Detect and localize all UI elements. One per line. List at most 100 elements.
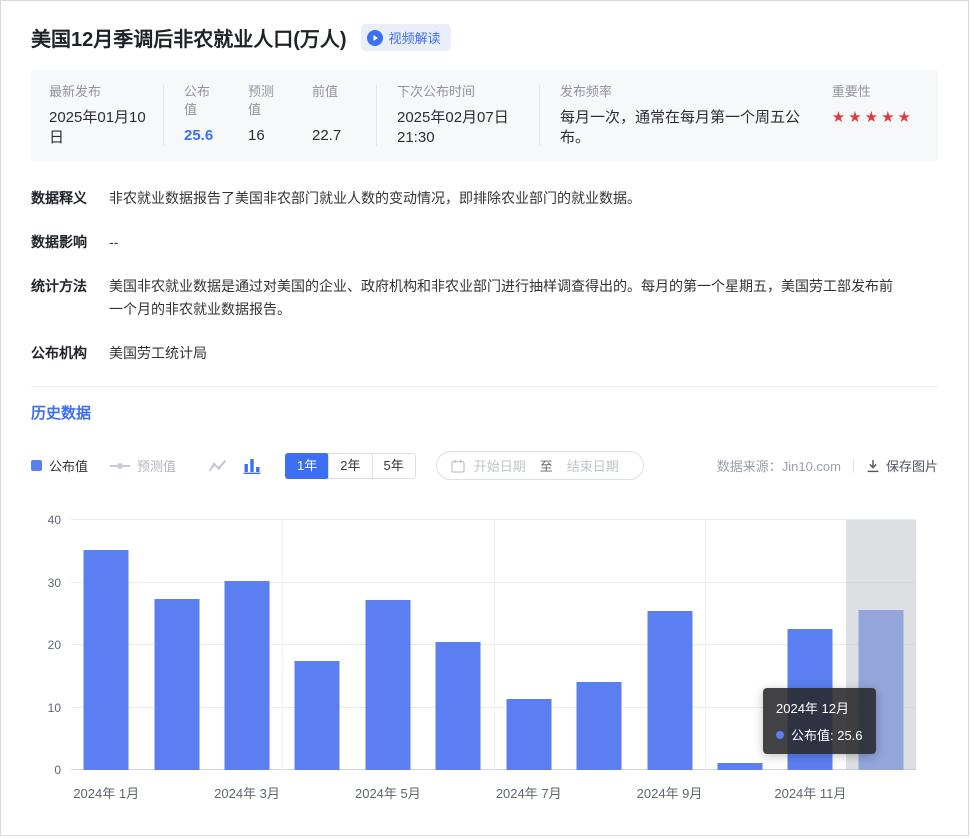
detail-label: 公布机构 — [31, 342, 93, 365]
history-section-title: 历史数据 — [31, 402, 938, 423]
chart-tooltip: 2024年 12月 公布值: 25.6 — [763, 688, 876, 754]
play-icon — [367, 30, 383, 46]
detail-content: 非农就业数据报告了美国非农部门就业人数的变动情况，即排除农业部门的就业数据。 — [109, 187, 641, 210]
save-image-label: 保存图片 — [886, 456, 938, 475]
tooltip-row: 公布值: 25.6 — [776, 725, 863, 744]
detail-row-method: 统计方法 美国非农就业数据是通过对美国的企业、政府机构和非农业部门进行抽样调查得… — [31, 275, 938, 321]
bar-slot — [353, 520, 423, 770]
latest-release-label: 最新发布 — [49, 83, 161, 101]
divider — [539, 85, 540, 146]
page-title: 美国12月季调后非农就业人口(万人) — [31, 23, 347, 52]
latest-release-value: 2025年01月10日 — [49, 108, 153, 148]
chart-bar[interactable] — [365, 600, 410, 770]
video-badge-label: 视频解读 — [389, 28, 441, 47]
detail-label: 统计方法 — [31, 275, 93, 321]
published-value-number: 25.6 — [184, 126, 248, 146]
time-range-group: 1年 2年 5年 — [285, 453, 416, 479]
tooltip-title: 2024年 12月 — [776, 698, 863, 717]
chart-bar[interactable] — [154, 599, 199, 771]
importance-label: 重要性 — [832, 83, 914, 101]
bar-slot — [634, 520, 704, 770]
star-icon: ★ — [832, 109, 848, 126]
bar-slot — [494, 520, 564, 770]
page: 美国12月季调后非农就业人口(万人) 视频解读 最新发布 2025年01月10日… — [0, 0, 969, 836]
x-tick-label: 2024年 1月 — [73, 783, 139, 802]
line-series-marker-icon — [110, 465, 130, 467]
next-release-value: 2025年02月07日 21:30 — [397, 108, 515, 148]
bar-slot — [282, 520, 352, 770]
next-release-label: 下次公布时间 — [397, 83, 537, 101]
chart-bar[interactable] — [647, 611, 692, 770]
chart-bar[interactable] — [436, 642, 481, 771]
save-image-button[interactable]: 保存图片 — [866, 456, 938, 475]
range-button-5y[interactable]: 5年 — [372, 453, 416, 479]
calendar-icon — [451, 459, 465, 473]
tooltip-value: 公布值: 25.6 — [791, 725, 863, 744]
star-icon: ★ — [865, 109, 881, 126]
star-icon: ★ — [881, 109, 897, 126]
chart-bar[interactable] — [718, 763, 763, 771]
divider — [853, 459, 854, 473]
legend-item-published[interactable]: 公布值 — [31, 456, 88, 475]
y-tick-label: 30 — [48, 576, 61, 590]
range-button-2y[interactable]: 2年 — [328, 453, 372, 479]
divider — [376, 85, 377, 146]
forecast-value: 预测值 16 — [248, 83, 312, 146]
legend-label: 公布值 — [49, 456, 88, 475]
detail-row-impact: 数据影响 -- — [31, 231, 938, 254]
detail-row-agency: 公布机构 美国劳工统计局 — [31, 342, 938, 365]
x-tick-label: 2024年 5月 — [355, 783, 421, 802]
y-tick-label: 40 — [48, 513, 61, 527]
latest-release: 最新发布 2025年01月10日 — [49, 83, 161, 148]
download-icon — [866, 459, 880, 473]
chart-x-axis: 2024年 1月2024年 3月2024年 5月2024年 7月2024年 9月… — [71, 770, 916, 802]
date-range-picker[interactable]: 开始日期 至 结束日期 — [436, 451, 644, 480]
y-tick-label: 20 — [48, 638, 61, 652]
video-explain-button[interactable]: 视频解读 — [361, 24, 451, 51]
detail-section: 数据释义 非农就业数据报告了美国非农部门就业人数的变动情况，即排除农业部门的就业… — [31, 187, 938, 365]
y-tick-label: 10 — [48, 701, 61, 715]
x-tick-label: 2024年 7月 — [496, 783, 562, 802]
bar-slot — [564, 520, 634, 770]
previous-value-label: 前值 — [312, 83, 374, 119]
horizontal-rule — [31, 386, 938, 387]
chart-tools: 数据来源：Jin10.com 保存图片 — [717, 456, 938, 475]
chart-bar[interactable] — [84, 550, 129, 771]
divider — [163, 85, 164, 146]
series-dot-icon — [776, 731, 784, 739]
forecast-value-number: 16 — [248, 126, 312, 146]
chart-bar[interactable] — [506, 699, 551, 770]
bar-series-marker-icon — [31, 460, 42, 471]
x-tick-label: 2024年 9月 — [637, 783, 703, 802]
chart-bar[interactable] — [295, 661, 340, 770]
header: 美国12月季调后非农就业人口(万人) 视频解读 — [31, 23, 938, 52]
x-tick-label: 2024年 11月 — [774, 783, 846, 802]
detail-row-definition: 数据释义 非农就业数据报告了美国非农部门就业人数的变动情况，即排除农业部门的就业… — [31, 187, 938, 210]
range-button-1y[interactable]: 1年 — [285, 453, 329, 479]
previous-value: 前值 22.7 — [312, 83, 374, 146]
line-chart-icon[interactable] — [208, 458, 227, 474]
start-date-input[interactable]: 开始日期 — [474, 456, 526, 475]
detail-content: -- — [109, 231, 118, 254]
star-icon: ★ — [898, 109, 914, 126]
star-icon: ★ — [848, 109, 864, 126]
detail-content: 美国非农就业数据是通过对美国的企业、政府机构和非农业部门进行抽样调查得出的。每月… — [109, 275, 899, 321]
info-bar: 最新发布 2025年01月10日 公布值 25.6 预测值 16 前值 22.7… — [31, 70, 938, 161]
history-chart: 010203040 2024年 12月 公布值: 25.6 — [31, 520, 938, 770]
published-value-label: 公布值 — [184, 83, 214, 119]
importance-stars: ★★★★★ — [832, 108, 914, 128]
bar-slot — [423, 520, 493, 770]
date-separator: 至 — [540, 456, 553, 475]
bar-chart-icon[interactable] — [243, 458, 261, 474]
next-release: 下次公布时间 2025年02月07日 21:30 — [397, 83, 537, 148]
legend-label: 预测值 — [137, 456, 176, 475]
end-date-input[interactable]: 结束日期 — [567, 456, 619, 475]
legend-item-forecast[interactable]: 预测值 — [110, 456, 176, 475]
bar-slot — [71, 520, 141, 770]
detail-label: 数据释义 — [31, 187, 93, 210]
bar-slot — [212, 520, 282, 770]
chart-bar[interactable] — [225, 581, 270, 770]
detail-content: 美国劳工统计局 — [109, 342, 207, 365]
chart-bar[interactable] — [577, 682, 622, 771]
detail-label: 数据影响 — [31, 231, 93, 254]
